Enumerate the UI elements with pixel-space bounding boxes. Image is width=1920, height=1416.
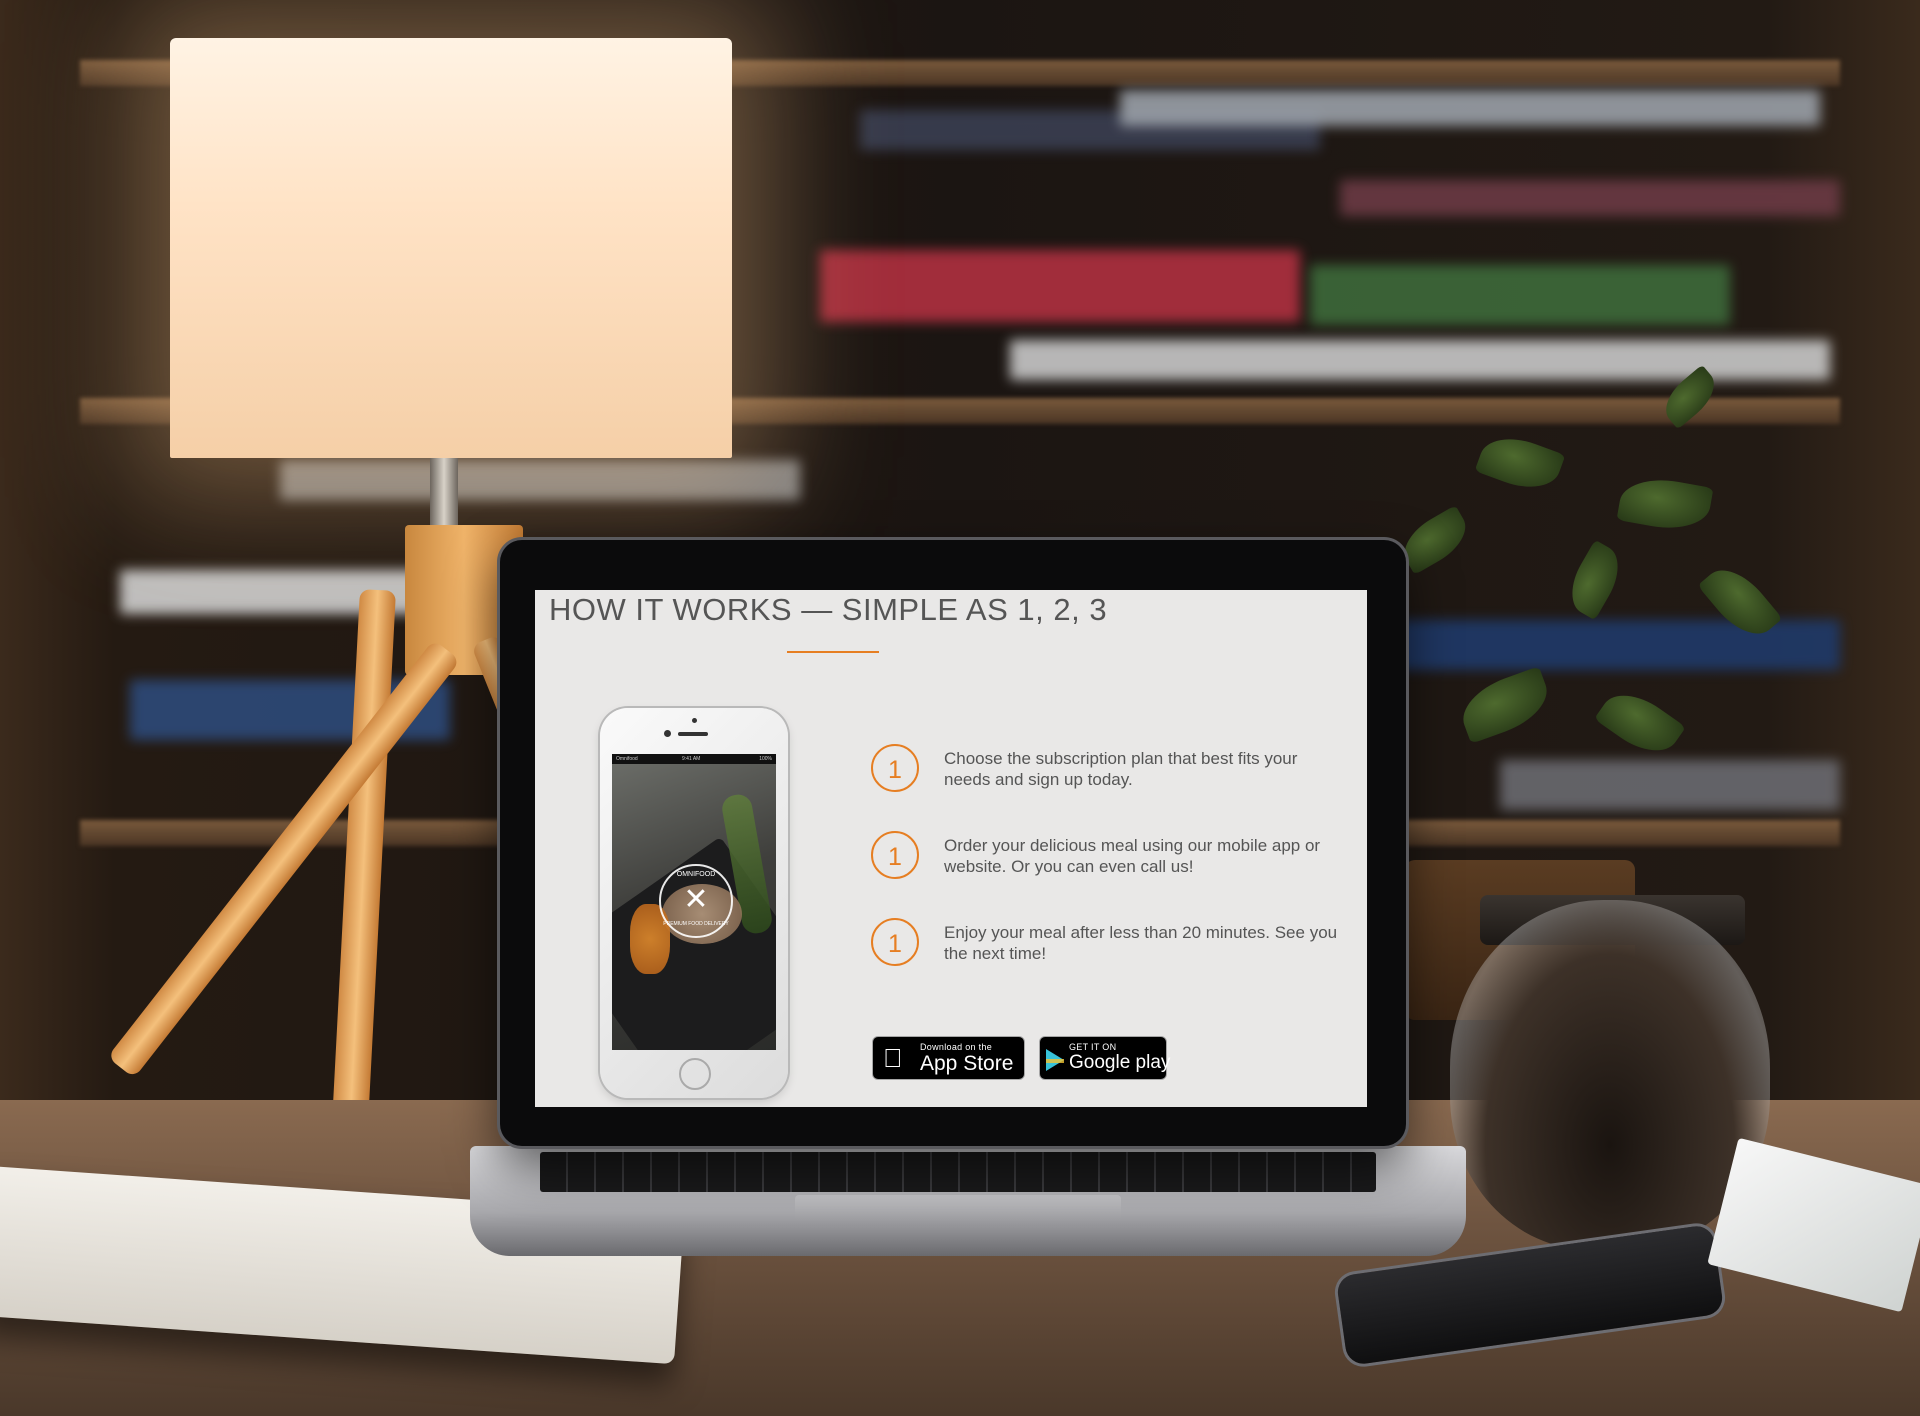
book: [1310, 265, 1730, 325]
section-title: HOW IT WORKS — SIMPLE AS 1, 2, 3: [549, 592, 1108, 627]
step-item: 1 Choose the subscription plan that best…: [871, 744, 1297, 804]
app-store-badge[interactable]:  Download on the App Store: [872, 1036, 1025, 1080]
step-text: Order your delicious meal using our mobi…: [944, 836, 1321, 876]
step-number: 1: [871, 831, 919, 879]
google-play-small-text: GET IT ON: [1069, 1042, 1117, 1052]
google-play-label: Google play: [1069, 1052, 1171, 1073]
book: [1500, 760, 1840, 810]
laptop-keyboard: [540, 1152, 1376, 1192]
step-number: 1: [871, 744, 919, 792]
apple-icon: : [883, 1043, 903, 1073]
omnifood-logo: OMNIFOOD ✕ PREMIUM FOOD DELIVERY: [659, 864, 733, 938]
fork-knife-icon: ✕: [683, 883, 709, 916]
status-time: 9:41 AM: [682, 756, 701, 762]
book: [280, 460, 800, 500]
app-store-label: App Store: [920, 1052, 1014, 1075]
step-number: 1: [871, 918, 919, 966]
step-text: Enjoy your meal after less than 20 minut…: [944, 923, 1338, 963]
step-text: Choose the subscription plan that best f…: [944, 749, 1298, 789]
book: [1340, 180, 1840, 216]
laptop-trackpad: [795, 1195, 1121, 1221]
phone-sensor: [692, 718, 697, 723]
laptop-screen: HOW IT WORKS — SIMPLE AS 1, 2, 3 Omnifoo…: [535, 590, 1367, 1107]
status-carrier: Omnifood: [616, 756, 638, 762]
title-underline: [787, 651, 879, 653]
book: [820, 250, 1300, 322]
logo-top-text: OMNIFOOD: [676, 871, 716, 878]
step-item: 1 Enjoy your meal after less than 20 min…: [871, 918, 1337, 978]
lamp-neck: [430, 458, 458, 528]
google-play-badge[interactable]: GET IT ON Google play: [1039, 1036, 1171, 1080]
book: [1120, 90, 1820, 126]
phone-app-screen: Omnifood 9:41 AM 100% OMNIFOOD ✕ PREMIUM…: [612, 754, 776, 1050]
app-store-small-text: Download on the: [920, 1042, 993, 1052]
step-item: 1 Order your delicious meal using our mo…: [871, 831, 1320, 891]
status-battery: 100%: [759, 756, 772, 762]
glass-jar: [1450, 900, 1770, 1250]
lamp-shade: [170, 38, 732, 458]
logo-bottom-text: PREMIUM FOOD DELIVERY: [663, 921, 729, 927]
phone-speaker: [678, 732, 708, 736]
phone-camera: [664, 730, 671, 737]
phone-mockup: Omnifood 9:41 AM 100% OMNIFOOD ✕ PREMIUM…: [600, 708, 788, 1098]
phone-home-button: [679, 1058, 711, 1090]
phone-status-bar: Omnifood 9:41 AM 100%: [612, 754, 776, 764]
